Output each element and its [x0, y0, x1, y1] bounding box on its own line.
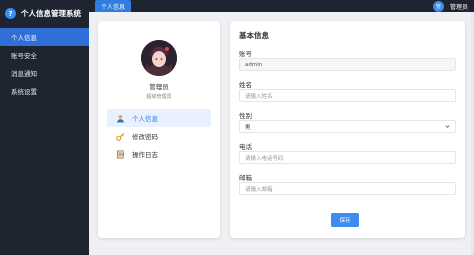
user-icon: [115, 113, 125, 123]
sidebar-item-settings[interactable]: 系统设置: [0, 82, 89, 100]
profile-menu-item-logs[interactable]: 操作日志: [107, 145, 211, 163]
phone-label: 电话: [239, 143, 252, 151]
log-icon: [115, 149, 125, 159]
profile-menu-label: 修改密码: [132, 133, 158, 141]
basic-info-card: 基本信息 账号 admin 姓名 请输入姓名 性别 男 电话 请输入电话号码 邮…: [230, 21, 465, 238]
profile-role: 超级管理员: [146, 94, 172, 100]
account-field: admin: [239, 58, 456, 71]
section-title: 基本信息: [239, 31, 269, 40]
help-logo-icon: ?: [5, 8, 16, 19]
profile-avatar-image: [141, 40, 177, 76]
username-label[interactable]: 管理员: [450, 2, 468, 11]
account-label: 账号: [239, 50, 252, 58]
name-label: 姓名: [239, 81, 252, 89]
sidebar-item-profile[interactable]: 个人信息: [0, 28, 89, 46]
avatar[interactable]: 管: [432, 0, 444, 12]
name-input[interactable]: 请输入姓名: [239, 89, 456, 102]
profile-menu-label: 个人信息: [132, 115, 158, 123]
app-title: 个人信息管理系统: [21, 9, 81, 18]
sidebar-item-account-security[interactable]: 账号安全: [0, 46, 89, 64]
profile-name: 管理员: [149, 83, 169, 91]
phone-input[interactable]: 请输入电话号码: [239, 151, 456, 164]
profile-menu-item-password[interactable]: 修改密码: [107, 127, 211, 145]
profile-menu-label: 操作日志: [132, 151, 158, 159]
profile-card: 管理员 超级管理员 个人信息 修改密码 操作日志: [98, 21, 220, 238]
gender-select[interactable]: 男: [239, 120, 456, 133]
gender-value: 男: [245, 124, 251, 131]
sidebar-menu: 个人信息 账号安全 消息通知 系统设置: [0, 28, 89, 100]
sidebar: ? 个人信息管理系统 个人信息 账号安全 消息通知 系统设置: [0, 0, 89, 255]
gender-label: 性别: [239, 112, 252, 120]
email-input[interactable]: 请输入邮箱: [239, 182, 456, 195]
profile-menu-item-info[interactable]: 个人信息: [107, 109, 211, 127]
save-button[interactable]: 保存: [331, 213, 359, 227]
main-content: 管理员 超级管理员 个人信息 修改密码 操作日志 基本信息 账号 admin 姓…: [89, 12, 474, 255]
top-bar: 个人信息 管 管理员: [89, 0, 474, 12]
brand: ? 个人信息管理系统: [0, 0, 89, 27]
key-icon: [115, 131, 125, 141]
sidebar-item-notifications[interactable]: 消息通知: [0, 64, 89, 82]
profile-menu: 个人信息 修改密码 操作日志: [107, 109, 211, 163]
email-label: 邮箱: [239, 174, 252, 182]
chevron-down-icon: [444, 124, 450, 130]
user-menu[interactable]: 管 管理员: [432, 0, 468, 12]
tab-profile[interactable]: 个人信息: [95, 0, 131, 12]
